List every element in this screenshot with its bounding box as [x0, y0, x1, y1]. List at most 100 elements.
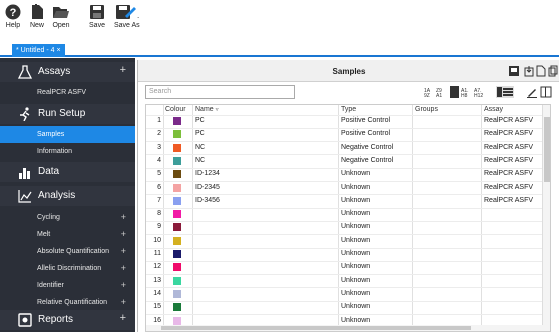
- sidebar-item-identifier[interactable]: Identifier +: [0, 277, 135, 294]
- sidebar-item-absolute-quantification[interactable]: Absolute Quantification +: [0, 243, 135, 260]
- relative-add-icon[interactable]: +: [121, 297, 126, 307]
- sidebar-section-reports[interactable]: Reports +: [0, 310, 135, 330]
- sidebar-item-allelic-discrimination[interactable]: Allelic Discrimination +: [0, 260, 135, 277]
- colour-swatch[interactable]: [173, 170, 181, 179]
- pdf-icon[interactable]: [536, 65, 546, 77]
- row-name[interactable]: PC: [195, 129, 205, 139]
- row-type[interactable]: Unknown: [341, 276, 370, 286]
- filter-icon[interactable]: ▿: [216, 107, 219, 113]
- colour-swatch[interactable]: [173, 223, 181, 232]
- sort-ascending-icon[interactable]: 1A9Z: [424, 87, 434, 97]
- horizontal-scrollbar[interactable]: [146, 325, 544, 331]
- copy-icon[interactable]: [548, 65, 558, 77]
- colour-swatch[interactable]: [173, 196, 181, 205]
- row-type[interactable]: Unknown: [341, 262, 370, 272]
- colour-swatch[interactable]: [173, 210, 181, 219]
- table-row[interactable]: 9 Unknown: [146, 222, 550, 232]
- search-input[interactable]: Search: [145, 85, 295, 99]
- colour-swatch[interactable]: [173, 263, 181, 272]
- table-row[interactable]: 12 Unknown: [146, 262, 550, 272]
- table-row[interactable]: 2 PC Positive Control RealPCR ASFV: [146, 129, 550, 139]
- row-name[interactable]: PC: [195, 116, 205, 126]
- row-type[interactable]: Unknown: [341, 183, 370, 193]
- sort-descending-icon[interactable]: Z9A1: [436, 87, 446, 97]
- row-assay[interactable]: RealPCR ASFV: [484, 169, 533, 179]
- colour-swatch[interactable]: [173, 130, 181, 139]
- header-assay[interactable]: Assay: [484, 105, 503, 115]
- row-type[interactable]: Unknown: [341, 196, 370, 206]
- table-row[interactable]: 14 Unknown: [146, 289, 550, 299]
- allelic-add-icon[interactable]: +: [121, 263, 126, 273]
- row-name[interactable]: NC: [195, 143, 205, 153]
- reports-add-icon[interactable]: +: [120, 312, 126, 324]
- colour-swatch[interactable]: [173, 303, 181, 312]
- row-name[interactable]: ID-2345: [195, 183, 220, 193]
- table-row[interactable]: 4 NC Negative Control RealPCR ASFV: [146, 156, 550, 166]
- header-colour[interactable]: Colour: [165, 105, 186, 115]
- assays-add-icon[interactable]: +: [120, 64, 126, 76]
- header-type[interactable]: Type: [341, 105, 356, 115]
- sidebar-item-cycling[interactable]: Cycling +: [0, 209, 135, 226]
- table-row[interactable]: 15 Unknown: [146, 302, 550, 312]
- sidebar-item-samples[interactable]: Samples: [0, 126, 135, 143]
- colour-swatch[interactable]: [173, 117, 181, 125]
- row-type[interactable]: Unknown: [341, 222, 370, 232]
- export-icon[interactable]: [524, 65, 534, 77]
- print-icon[interactable]: [508, 65, 520, 77]
- new-button[interactable]: New: [29, 4, 45, 29]
- row-type[interactable]: Unknown: [341, 209, 370, 219]
- row-type[interactable]: Unknown: [341, 236, 370, 246]
- row-type[interactable]: Negative Control: [341, 156, 393, 166]
- sidebar-section-analysis[interactable]: Analysis: [0, 186, 135, 206]
- colour-swatch[interactable]: [173, 316, 181, 325]
- row-type[interactable]: Unknown: [341, 316, 370, 326]
- table-row[interactable]: 16 Unknown: [146, 316, 550, 326]
- edit-icon[interactable]: [526, 86, 538, 98]
- cycling-add-icon[interactable]: +: [121, 212, 126, 222]
- sidebar-section-data[interactable]: Data: [0, 162, 135, 182]
- colour-swatch[interactable]: [173, 276, 181, 285]
- table-row[interactable]: 6 ID-2345 Unknown RealPCR ASFV: [146, 183, 550, 193]
- row-name[interactable]: NC: [195, 156, 205, 166]
- vertical-scroll-thumb[interactable]: [544, 117, 550, 182]
- row-assay[interactable]: RealPCR ASFV: [484, 183, 533, 193]
- table-row[interactable]: 10 Unknown: [146, 236, 550, 246]
- tab-untitled-4[interactable]: * Untitled - 4 ×: [12, 44, 65, 57]
- table-row[interactable]: 11 Unknown: [146, 249, 550, 259]
- row-type[interactable]: Unknown: [341, 289, 370, 299]
- row-assay[interactable]: RealPCR ASFV: [484, 116, 533, 126]
- colour-swatch[interactable]: [173, 156, 181, 165]
- sidebar-section-run-setup[interactable]: Run Setup: [0, 104, 135, 124]
- table-row[interactable]: 13 Unknown: [146, 276, 550, 286]
- table-row[interactable]: 1 PC Positive Control RealPCR ASFV: [146, 116, 550, 126]
- number-by-column-icon[interactable]: A7.H12: [474, 86, 492, 98]
- row-assay[interactable]: RealPCR ASFV: [484, 129, 533, 139]
- open-button[interactable]: Open: [52, 4, 70, 29]
- horizontal-scroll-thumb[interactable]: [161, 326, 471, 330]
- identifier-add-icon[interactable]: +: [121, 280, 126, 290]
- table-row[interactable]: 8 Unknown: [146, 209, 550, 219]
- save-as-button[interactable]: . Save As: [114, 4, 140, 29]
- colour-swatch[interactable]: [173, 236, 181, 245]
- melt-add-icon[interactable]: +: [121, 229, 126, 239]
- row-assay[interactable]: RealPCR ASFV: [484, 156, 533, 166]
- header-groups[interactable]: Groups: [415, 105, 438, 115]
- row-type[interactable]: Unknown: [341, 302, 370, 312]
- row-type[interactable]: Positive Control: [341, 129, 390, 139]
- sidebar-item-realpcr[interactable]: RealPCR ASFV: [0, 84, 135, 101]
- absolute-add-icon[interactable]: +: [121, 246, 126, 256]
- vertical-scrollbar[interactable]: [542, 105, 550, 331]
- table-row[interactable]: 5 ID-1234 Unknown RealPCR ASFV: [146, 169, 550, 179]
- columns-icon[interactable]: [540, 86, 552, 98]
- sidebar-item-relative-quantification[interactable]: Relative Quantification +: [0, 294, 135, 311]
- table-row[interactable]: 3 NC Negative Control RealPCR ASFV: [146, 143, 550, 153]
- sidebar-section-assays[interactable]: Assays +: [0, 62, 135, 82]
- row-type[interactable]: Negative Control: [341, 143, 393, 153]
- colour-swatch[interactable]: [173, 143, 181, 152]
- row-type[interactable]: Unknown: [341, 249, 370, 259]
- sidebar-item-melt[interactable]: Melt +: [0, 226, 135, 243]
- row-type[interactable]: Unknown: [341, 169, 370, 179]
- row-name[interactable]: ID-1234: [195, 169, 220, 179]
- header-name[interactable]: Name ▿: [195, 105, 219, 115]
- help-button[interactable]: ? Help: [5, 4, 21, 29]
